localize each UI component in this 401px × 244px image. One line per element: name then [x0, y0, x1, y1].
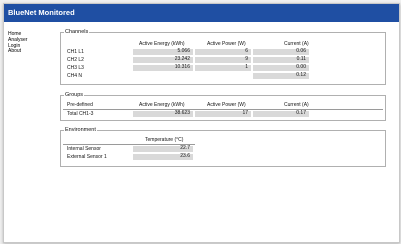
nav-about-link[interactable]: About [8, 49, 52, 55]
channel-current-value: 0.12 [253, 72, 309, 79]
group-current-value: 0.17 [253, 110, 309, 117]
groups-panel: Groups Pre-defined Active Energy (kWh) A… [60, 92, 386, 121]
environment-panel: Environment Temperature (°C) Internal Se… [60, 127, 386, 167]
channel-label: CH2 L2 [67, 57, 84, 63]
channel-power-value: 9 [195, 56, 251, 63]
groups-header-label: Pre-defined [67, 102, 93, 108]
app-window: BlueNet Monitored Home Analyser Login Ab… [3, 3, 400, 243]
sensor-label: Internal Sensor [67, 146, 101, 152]
environment-separator [63, 144, 195, 145]
side-nav: Home Analyser Login About [8, 31, 52, 55]
environment-header-temperature: Temperature (°C) [145, 137, 184, 143]
sensor-temperature-value: 22.7 [133, 145, 193, 152]
channel-energy-value: 23.242 [133, 56, 193, 63]
channel-label: CH3 L3 [67, 65, 84, 71]
channels-panel: Channels Active Energy (kWh) Active Powe… [60, 29, 386, 85]
channel-current-value: 0.00 [253, 64, 309, 71]
channels-header-energy: Active Energy (kWh) [139, 41, 185, 47]
channels-header-current: Current (A) [284, 41, 309, 47]
app-title: BlueNet Monitored [8, 8, 75, 17]
groups-separator [63, 109, 383, 110]
sensor-temperature-value: 23.6 [133, 153, 193, 160]
group-energy-value: 38.623 [133, 110, 193, 117]
channel-power-value: 6 [195, 48, 251, 55]
channel-power-value: 1 [195, 64, 251, 71]
group-label: Total CH1-3 [67, 111, 94, 117]
channel-label: CH4 N [67, 73, 83, 79]
groups-header-power: Active Power (W) [207, 102, 246, 108]
channel-label: CH1 L1 [67, 49, 84, 55]
sensor-label: External Sensor 1 [67, 154, 107, 160]
channels-header-power: Active Power (W) [207, 41, 246, 47]
channel-current-value: 0.11 [253, 56, 309, 63]
channel-energy-value: 10.316 [133, 64, 193, 71]
channel-current-value: 0.06 [253, 48, 309, 55]
group-power-value: 17 [195, 110, 251, 117]
groups-header-energy: Active Energy (kWh) [139, 102, 185, 108]
channel-energy-value: 5.066 [133, 48, 193, 55]
top-bar: BlueNet Monitored [4, 4, 399, 22]
groups-header-current: Current (A) [284, 102, 309, 108]
